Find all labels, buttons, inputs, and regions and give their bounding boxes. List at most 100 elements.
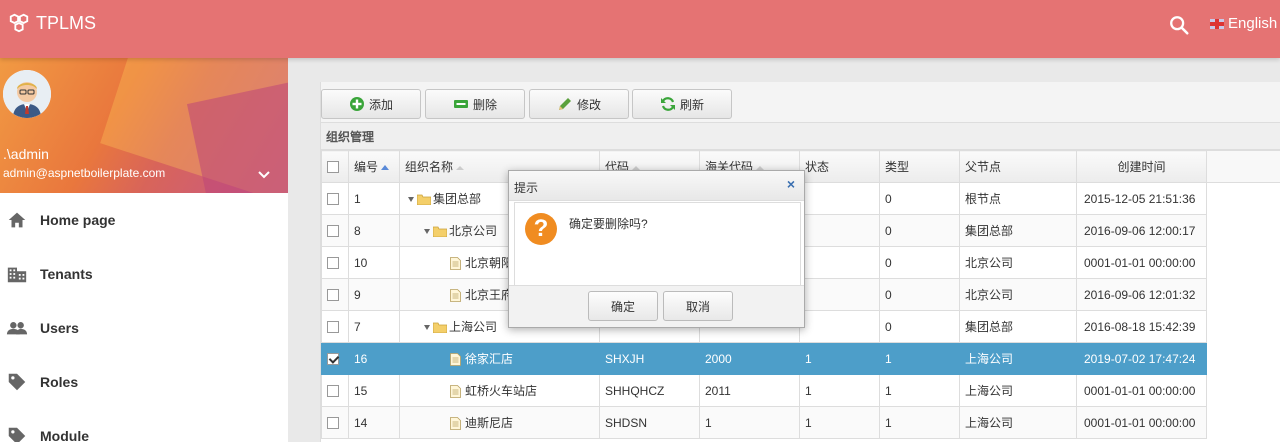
tree-toggle-icon[interactable] [408,197,414,203]
folder-icon [432,226,448,238]
edit-button[interactable]: 修改 [529,89,629,119]
row-checkbox[interactable] [321,182,349,215]
dialog-message: 确定要删除吗? [569,217,648,231]
language-selector[interactable]: English [1210,15,1277,32]
ok-button[interactable]: 确定 [588,291,658,321]
cell-text: 北京朝阳 [465,256,514,270]
table-row[interactable]: 15 虹桥火车站店 SHHQHCZ 2011 1 1 上海公司 0001-01-01 00:0… [321,374,1280,407]
cell-text: 1 [705,415,712,430]
dialog-footer: 确定 取消 [509,285,804,327]
cell-created: 2016-09-06 12:00:17 [1076,214,1207,247]
cell-type: 0 [879,310,960,343]
cell-text: 北京王府 [465,288,514,302]
close-icon[interactable]: × [784,177,798,191]
cell-text: 9 [354,287,361,302]
sidebar-item-home[interactable]: Home page [0,193,288,247]
select-all-checkbox[interactable] [321,150,349,183]
cell-status: 1 [799,406,880,439]
col-header-created[interactable]: 创建时间 [1076,150,1207,183]
search-icon[interactable] [1168,14,1190,36]
delete-button[interactable]: 删除 [425,89,525,119]
cell-type: 0 [879,182,960,215]
cell-parent: 北京公司 [959,278,1077,311]
home-icon [6,209,28,231]
language-label: English [1228,15,1278,32]
cell-text: 0 [885,287,892,302]
cell-name: 徐家汇店 [399,342,600,375]
col-header-type[interactable]: 类型 [879,150,960,183]
add-button[interactable]: 添加 [321,89,421,119]
cell-text: 迪斯尼店 [465,416,514,430]
toolbar: 添加 删除 修改 刷新 [321,82,1280,122]
col-header-parent[interactable]: 父节点 [959,150,1077,183]
cell-type: 1 [879,374,960,407]
cell-text: 集团总部 [965,320,1014,334]
sidebar-item-users[interactable]: Users [0,301,288,355]
row-checkbox[interactable] [321,214,349,247]
row-checkbox[interactable] [321,374,349,407]
logo-icon [9,13,29,33]
cell-id: 15 [348,374,400,407]
sidebar-item-tenants[interactable]: Tenants [0,247,288,301]
cell-text: 2000 [705,351,732,366]
cell-text: 根节点 [965,192,1002,206]
cell-name: 虹桥火车站店 [399,374,600,407]
file-icon [450,417,461,431]
col-header-status[interactable]: 状态 [799,150,880,183]
avatar[interactable] [3,70,51,118]
cell-text: 徐家汇店 [465,352,514,366]
cancel-button[interactable]: 取消 [663,291,733,321]
cell-text: 集团总部 [433,192,482,206]
brand[interactable]: TPLMS [8,12,96,34]
sidebar-item-label: Tenants [40,266,93,282]
tree-toggle-icon[interactable] [424,325,430,331]
cell-text: 10 [354,255,368,270]
tree-toggle-icon[interactable] [424,229,430,235]
file-icon [450,353,461,367]
row-checkbox[interactable] [321,246,349,279]
sidebar-item-label: Users [40,320,79,336]
row-checkbox[interactable] [321,310,349,343]
cell-customs: 2011 [699,374,800,407]
cell-parent: 集团总部 [959,310,1077,343]
cell-id: 8 [348,214,400,247]
cell-text: 1 [805,383,812,398]
cell-text: SHHQHCZ [605,383,665,398]
refresh-button[interactable]: 刷新 [632,89,732,119]
sidebar-item-module[interactable]: Module [0,409,288,442]
cell-type: 1 [879,342,960,375]
cell-filler [1206,342,1280,375]
cell-created: 0001-01-01 00:00:00 [1076,374,1207,407]
cell-text: 2016-09-06 12:01:32 [1084,287,1196,302]
table-row[interactable]: 16 徐家汇店 SHXJH 2000 1 1 上海公司 2019-07-02 17:47:24 [321,342,1280,375]
users-icon [6,317,28,339]
cell-text: 虹桥火车站店 [465,384,538,398]
cell-type: 0 [879,214,960,247]
cell-status [799,310,880,343]
chevron-down-icon[interactable] [256,166,272,182]
col-header-id[interactable]: 编号 [348,150,400,183]
cell-created: 2019-07-02 17:47:24 [1076,342,1207,375]
pencil-icon [558,98,571,110]
sidebar-item-roles[interactable]: Roles [0,355,288,409]
cell-text: 集团总部 [965,224,1014,238]
user-email: admin@aspnetboilerplate.com [3,166,166,180]
cell-parent: 根节点 [959,182,1077,215]
cell-created: 2015-12-05 21:51:36 [1076,182,1207,215]
cell-code: SHXJH [599,342,700,375]
cell-status [799,278,880,311]
row-checkbox[interactable] [321,342,349,375]
dialog-title: 提示 [514,181,539,195]
cell-text: 北京公司 [965,288,1014,302]
dialog-header: 提示 × [509,171,804,201]
table-row[interactable]: 14 迪斯尼店 SHDSN 1 1 1 上海公司 0001-01-01 00:00:00 [321,406,1280,439]
cell-text: 北京公司 [965,256,1014,270]
cell-filler [1206,406,1280,439]
cell-text: 0001-01-01 00:00:00 [1084,415,1196,430]
row-checkbox[interactable] [321,278,349,311]
cell-text: 1 [885,383,892,398]
building-icon [6,263,28,285]
cell-text: 2016-09-06 12:00:17 [1084,223,1196,238]
sidebar-item-label: Module [40,428,89,442]
row-checkbox[interactable] [321,406,349,439]
